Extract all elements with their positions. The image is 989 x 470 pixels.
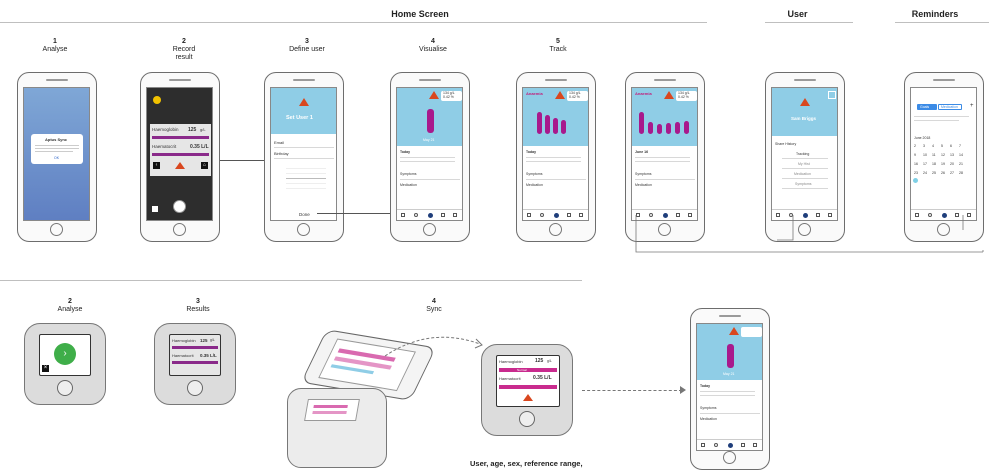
trend-icon[interactable] xyxy=(741,443,745,447)
triangle-icon[interactable] xyxy=(701,443,705,447)
device-button[interactable] xyxy=(187,380,203,396)
add-icon[interactable] xyxy=(728,443,733,448)
device-analyse: › × xyxy=(24,323,106,405)
warning-icon xyxy=(729,327,739,335)
device-results: Haemoglobin 125 g/L Haematocrit 0.35 L/L xyxy=(154,323,236,405)
home-button[interactable] xyxy=(723,451,736,464)
flow-arrow xyxy=(582,390,682,391)
sync-arrow xyxy=(384,336,483,357)
people-icon[interactable] xyxy=(753,443,757,447)
bottom-step-3: 3 Results xyxy=(186,298,210,313)
device-button[interactable] xyxy=(57,380,73,396)
device-button[interactable] xyxy=(519,411,535,427)
sync-caption: User, age, sex, reference range, xyxy=(470,459,583,468)
warning-icon xyxy=(523,394,533,401)
close-icon[interactable]: × xyxy=(42,365,49,372)
measurement-bar xyxy=(727,344,734,368)
base-station xyxy=(287,388,387,468)
drop-icon[interactable] xyxy=(714,443,718,447)
bottom-step-4: 4 Sync xyxy=(426,298,442,313)
device-sync: Haemoglobin 125 g/L Normal Haematocrit 0… xyxy=(481,344,573,436)
bottom-step-2: 2 Analyse xyxy=(57,298,83,313)
phone-synced: May 21 Today Symptoms Medication xyxy=(690,308,770,470)
progress-icon: › xyxy=(54,343,76,365)
